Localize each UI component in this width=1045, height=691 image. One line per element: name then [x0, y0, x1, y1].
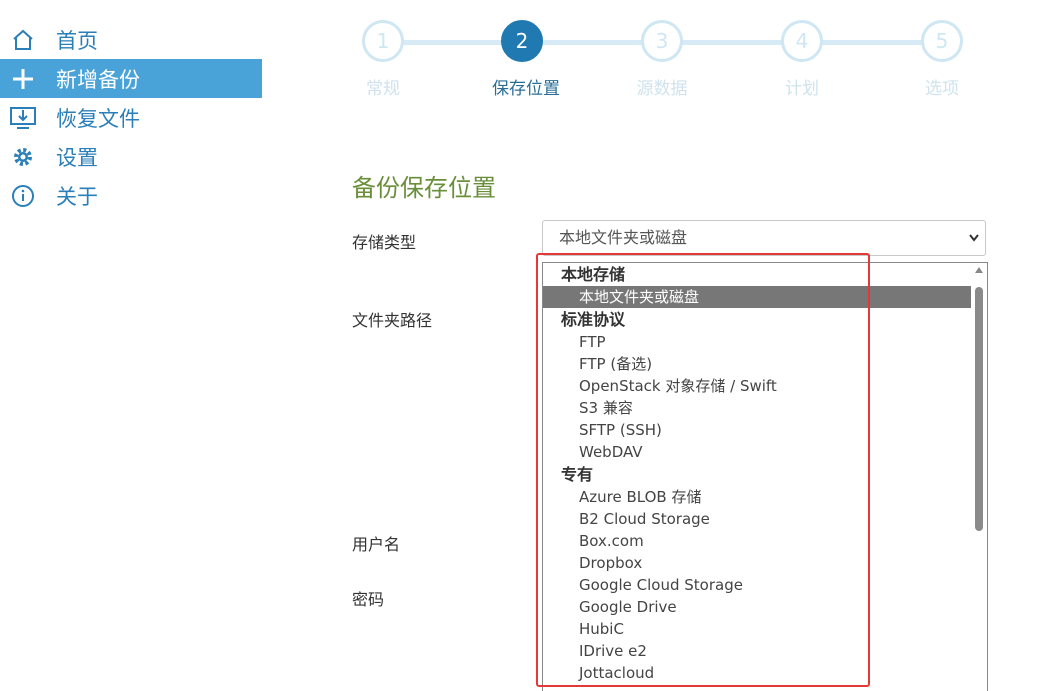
storage-type-label: 存储类型 [352, 233, 417, 252]
username-label: 用户名 [352, 535, 401, 554]
option-box[interactable]: Box.com [543, 530, 971, 552]
step-number: 5 [921, 20, 963, 62]
wizard-steps: 1 常规 2 保存位置 3 源数据 4 计划 5 选项 [353, 20, 983, 110]
info-icon [0, 184, 46, 208]
option-s3[interactable]: S3 兼容 [543, 397, 971, 419]
option-openstack[interactable]: OpenStack 对象存储 / Swift [543, 375, 971, 397]
sidebar-item-about[interactable]: 关于 [0, 176, 262, 215]
step-number: 4 [781, 20, 823, 62]
sidebar-item-add-backup[interactable]: 新增备份 [0, 59, 262, 98]
option-ftp-alt[interactable]: FTP (备选) [543, 353, 971, 375]
optgroup-local: 本地存储 [561, 265, 626, 284]
option-google-drive[interactable]: Google Drive [543, 596, 971, 618]
sidebar-item-label: 设置 [56, 145, 98, 170]
home-icon [0, 28, 46, 52]
step-label: 源数据 [636, 79, 688, 99]
sidebar-item-restore[interactable]: 恢复文件 [0, 98, 262, 137]
step-destination[interactable]: 2 保存位置 [492, 20, 560, 99]
step-source[interactable]: 3 源数据 [632, 20, 692, 99]
option-azure[interactable]: Azure BLOB 存储 [543, 486, 971, 508]
step-number: 3 [641, 20, 683, 62]
step-number: 2 [501, 20, 543, 62]
sidebar: 首页 新增备份 恢复文件 设置 关于 [0, 20, 262, 215]
option-idrive[interactable]: IDrive e2 [543, 640, 971, 662]
gear-icon [0, 145, 46, 169]
storage-type-select[interactable]: 本地文件夹或磁盘 [542, 220, 986, 256]
step-options[interactable]: 5 选项 [912, 20, 972, 99]
step-number: 1 [362, 20, 404, 62]
optgroup-proprietary: 专有 [561, 465, 594, 484]
optgroup-standard: 标准协议 [561, 310, 626, 329]
storage-type-value: 本地文件夹或磁盘 [559, 228, 688, 247]
step-label: 常规 [366, 79, 400, 99]
chevron-down-icon [969, 221, 979, 268]
step-schedule[interactable]: 4 计划 [772, 20, 832, 99]
password-label: 密码 [352, 590, 385, 609]
option-ftp[interactable]: FTP [543, 331, 971, 353]
option-jottacloud[interactable]: Jottacloud [543, 662, 971, 684]
sidebar-item-label: 关于 [56, 184, 98, 209]
option-hubic[interactable]: HubiC [543, 618, 971, 640]
dropdown-scrollbar[interactable] [971, 263, 987, 691]
step-label: 选项 [925, 79, 959, 99]
option-local-folder[interactable]: 本地文件夹或磁盘 [543, 286, 971, 308]
option-gcs[interactable]: Google Cloud Storage [543, 574, 971, 596]
sidebar-item-label: 新增备份 [56, 67, 140, 92]
sidebar-item-settings[interactable]: 设置 [0, 137, 262, 176]
scrollbar-thumb[interactable] [975, 287, 983, 531]
option-sftp[interactable]: SFTP (SSH) [543, 419, 971, 441]
storage-type-dropdown[interactable]: 本地存储 本地文件夹或磁盘 标准协议 FTP FTP (备选) OpenStac… [542, 262, 988, 691]
restore-icon [0, 106, 46, 130]
option-webdav[interactable]: WebDAV [543, 441, 971, 463]
folder-path-label: 文件夹路径 [352, 311, 433, 330]
scroll-up-arrow-icon[interactable] [975, 267, 983, 273]
sidebar-item-label: 首页 [56, 28, 98, 53]
step-general[interactable]: 1 常规 [353, 20, 413, 99]
plus-icon [0, 67, 46, 91]
section-title: 备份保存位置 [352, 174, 496, 202]
step-label: 保存位置 [492, 79, 560, 99]
sidebar-item-label: 恢复文件 [56, 106, 140, 131]
option-b2[interactable]: B2 Cloud Storage [543, 508, 971, 530]
step-label: 计划 [785, 79, 819, 99]
option-dropbox[interactable]: Dropbox [543, 552, 971, 574]
sidebar-item-home[interactable]: 首页 [0, 20, 262, 59]
